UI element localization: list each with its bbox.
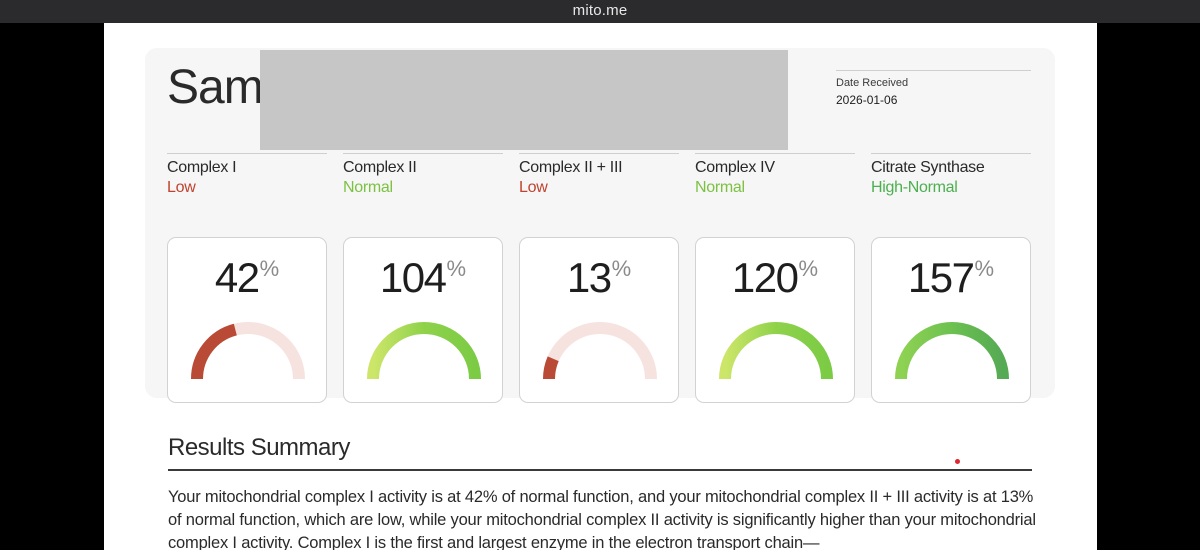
gauge-arc (895, 322, 1009, 380)
gauge-unit: % (798, 256, 819, 281)
summary-divider (168, 469, 1032, 471)
gauge-card: 13% (519, 237, 679, 403)
gauge-unit: % (446, 256, 467, 281)
gauge-fill (543, 356, 559, 380)
metric-header: Complex II Normal (343, 153, 503, 197)
metric-header: Complex II + III Low (519, 153, 679, 197)
date-value: 2026-01-06 (836, 93, 898, 107)
gauge-track (543, 322, 657, 380)
gauge-value: 120% (696, 254, 854, 302)
date-label: Date Received (836, 77, 909, 89)
gauge-unit: % (974, 256, 995, 281)
metric-name: Complex II + III (519, 159, 623, 176)
summary-title: Results Summary (168, 434, 350, 461)
metric-header: Citrate Synthase High-Normal (871, 153, 1031, 197)
window-title: mito.me (0, 0, 1200, 23)
metric-divider (343, 153, 503, 154)
metric-header: Complex IV Normal (695, 153, 855, 197)
gauge-fill (719, 322, 833, 380)
metric-name: Complex IV (695, 159, 775, 176)
metric-divider (519, 153, 679, 154)
gauge-value: 104% (344, 254, 502, 302)
date-received: Date Received 2026-01-06 (836, 70, 1031, 107)
gauge-number: 120 (731, 254, 799, 301)
metric-status: Low (167, 179, 196, 196)
gauge-number: 157 (907, 254, 975, 301)
gauge-card: 104% (343, 237, 503, 403)
gauge-arc (191, 322, 305, 380)
patient-name: Sam (167, 61, 264, 114)
gauge-card: 42% (167, 237, 327, 403)
gauge-number: 104 (379, 254, 447, 301)
report-page: Sam Date Received 2026-01-06 Complex I Lo… (104, 23, 1097, 550)
gauge-unit: % (259, 256, 280, 281)
gauge-arc (367, 322, 481, 380)
gauge-arc (719, 322, 833, 380)
gauge-value: 42% (168, 254, 326, 302)
metric-name: Citrate Synthase (871, 159, 985, 176)
metric-header: Complex I Low (167, 153, 327, 197)
metric-status: High-Normal (871, 179, 958, 196)
marker-dot (955, 459, 960, 464)
redacted-area (260, 50, 788, 150)
metric-divider (695, 153, 855, 154)
gauge-arc (543, 322, 657, 380)
gauge-number: 13 (566, 254, 612, 301)
gauge-fill (191, 323, 238, 380)
gauge-value: 157% (872, 254, 1030, 302)
gauge-unit: % (611, 256, 632, 281)
summary-text: Your mitochondrial complex I activity is… (168, 488, 1036, 550)
metric-status: Normal (695, 179, 745, 196)
gauge-fill (895, 322, 1009, 380)
metric-divider (167, 153, 327, 154)
metric-name: Complex I (167, 159, 237, 176)
metric-status: Low (519, 179, 548, 196)
gauge-card: 157% (871, 237, 1031, 403)
metric-name: Complex II (343, 159, 417, 176)
results-card: Sam Date Received 2026-01-06 Complex I Lo… (145, 48, 1055, 403)
gauge-value: 13% (520, 254, 678, 302)
metric-status: Normal (343, 179, 393, 196)
gauge-card: 120% (695, 237, 855, 403)
metric-divider (871, 153, 1031, 154)
gauge-fill (367, 322, 481, 380)
gauge-number: 42 (214, 254, 260, 301)
